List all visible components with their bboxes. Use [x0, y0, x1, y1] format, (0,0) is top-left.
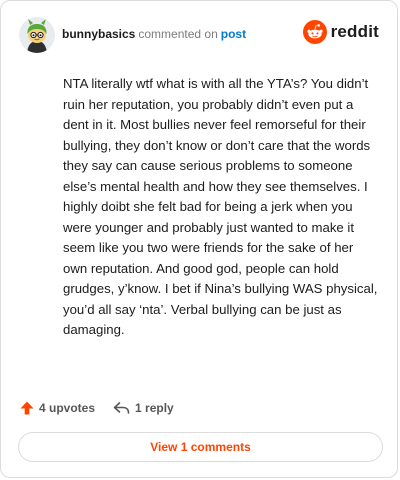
post-link[interactable]: post: [221, 27, 246, 41]
author-line: bunnybasics commented on post: [62, 26, 246, 42]
comment-header: bunnybasics commented on post reddit: [19, 17, 381, 53]
reddit-snoo-icon: [302, 20, 327, 44]
action-text: commented on: [138, 27, 218, 41]
comment-card: bunnybasics commented on post reddit NTA l…: [0, 0, 398, 478]
author-username[interactable]: bunnybasics: [62, 27, 135, 41]
view-comments-button[interactable]: View 1 comments: [18, 432, 383, 462]
comment-body: NTA literally wtf what is with all the Y…: [63, 76, 378, 337]
reddit-wordmark: reddit: [330, 22, 379, 41]
reply-arrow-icon: [113, 402, 130, 414]
comment-actions: 4 upvotes 1 reply: [19, 398, 174, 418]
upvote-count: 4 upvotes: [39, 401, 96, 415]
reddit-logo[interactable]: reddit: [302, 20, 379, 44]
user-avatar[interactable]: [19, 17, 55, 53]
reply-button[interactable]: 1 reply: [113, 401, 174, 415]
reply-count: 1 reply: [135, 401, 174, 415]
upvote-arrow-icon: [20, 401, 34, 415]
snoo-avatar-icon: [19, 17, 55, 53]
upvote-button[interactable]: 4 upvotes: [19, 400, 95, 416]
